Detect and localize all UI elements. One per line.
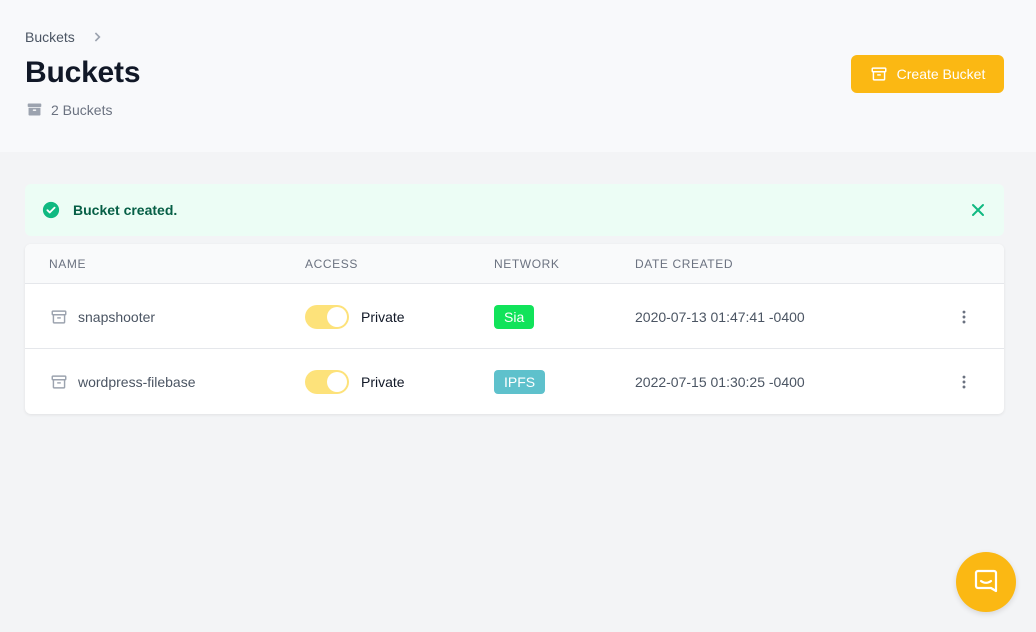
breadcrumb-item-buckets[interactable]: Buckets <box>25 29 75 45</box>
chat-icon <box>974 569 998 593</box>
bucket-name[interactable]: wordpress-filebase <box>78 374 196 390</box>
table-header: NAME ACCESS NETWORK DATE CREATED <box>25 244 1004 284</box>
access-toggle[interactable] <box>305 369 349 394</box>
table-row[interactable]: wordpress-filebase Private IPFS 2022-07-… <box>25 349 1004 414</box>
date-created: 2020-07-13 01:47:41 -0400 <box>635 308 805 325</box>
network-cell: Sia <box>494 284 535 349</box>
date-created: 2022-07-15 01:30:25 -0400 <box>635 373 805 390</box>
column-header-network[interactable]: NETWORK <box>494 257 560 271</box>
network-cell: IPFS <box>494 349 546 414</box>
archive-icon <box>27 103 42 116</box>
bucket-name-cell[interactable]: snapshooter <box>50 284 155 349</box>
create-bucket-button[interactable]: Create Bucket <box>851 55 1004 93</box>
alert-message: Bucket created. <box>73 202 178 218</box>
row-menu-button[interactable] <box>955 349 973 414</box>
toggle-knob <box>327 371 347 392</box>
bucket-name[interactable]: snapshooter <box>78 309 155 325</box>
access-cell: Private <box>305 349 405 414</box>
archive-icon <box>51 309 67 324</box>
column-header-access[interactable]: ACCESS <box>305 257 358 271</box>
toggle-knob <box>327 306 347 327</box>
table-row[interactable]: snapshooter Private Sia 2020-07-13 01:47… <box>25 284 1004 349</box>
access-toggle[interactable] <box>305 304 349 329</box>
bucket-name-cell[interactable]: wordpress-filebase <box>50 349 196 414</box>
more-vertical-icon <box>962 310 966 323</box>
more-vertical-icon <box>962 375 966 388</box>
archive-icon <box>871 67 887 81</box>
archive-icon <box>51 374 67 389</box>
buckets-table: NAME ACCESS NETWORK DATE CREATED snapsho… <box>25 244 1004 414</box>
success-alert: Bucket created. <box>25 184 1004 236</box>
page-header: Buckets Buckets 2 Buckets Create Bucket <box>0 0 1036 152</box>
column-header-name[interactable]: NAME <box>49 257 86 271</box>
create-bucket-label: Create Bucket <box>896 66 986 82</box>
network-badge: IPFS <box>494 369 546 394</box>
close-icon[interactable] <box>968 200 988 220</box>
breadcrumb: Buckets <box>25 29 105 45</box>
access-label: Private <box>361 308 405 325</box>
chevron-right-icon <box>94 32 101 42</box>
network-badge: Sia <box>494 304 535 329</box>
access-cell: Private <box>305 284 405 349</box>
column-header-date-created[interactable]: DATE CREATED <box>635 257 733 271</box>
bucket-count: 2 Buckets <box>26 101 112 118</box>
bucket-count-label: 2 Buckets <box>51 101 113 118</box>
row-menu-button[interactable] <box>955 284 973 349</box>
check-circle-icon <box>42 201 60 219</box>
access-label: Private <box>361 373 405 390</box>
page-title: Buckets <box>25 56 141 89</box>
chat-launcher-button[interactable] <box>956 552 1016 612</box>
